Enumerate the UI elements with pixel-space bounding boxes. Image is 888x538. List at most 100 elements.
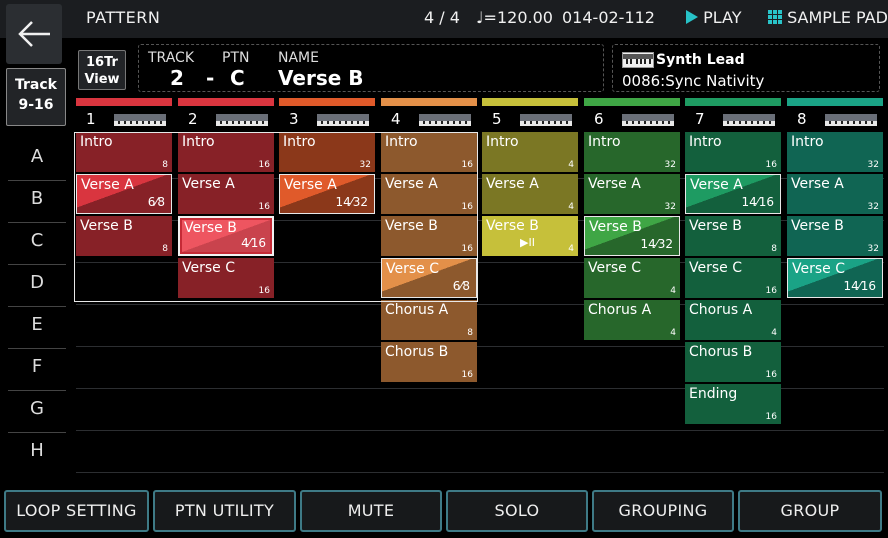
track-header-7[interactable]: 7 (685, 98, 781, 132)
pattern-length: 8 (162, 160, 168, 170)
pattern-cell[interactable]: Verse B 8 (76, 216, 172, 256)
pattern-progress: 6⁄8 (452, 279, 470, 293)
track-number: 5 (492, 110, 502, 128)
pattern-cell[interactable]: Verse A 4 (482, 174, 578, 214)
pattern-progress: 14⁄16 (741, 195, 774, 209)
pattern-cell[interactable]: Intro 16 (381, 132, 477, 172)
pattern-cell[interactable]: Verse A 32 (787, 174, 883, 214)
row-label-c[interactable]: C (8, 224, 66, 258)
instrument-thumbnail-icon (721, 110, 777, 130)
pattern-cell[interactable]: Verse B 14⁄32 (584, 216, 680, 256)
row-label-h[interactable]: H (8, 434, 66, 468)
instrument-thumbnail-icon (315, 110, 371, 130)
pattern-cell[interactable]: Verse B 32 (787, 216, 883, 256)
pattern-cell[interactable]: Verse A 16 (381, 174, 477, 214)
pattern-name-value[interactable]: Verse B (278, 66, 364, 90)
track-header-5[interactable]: 5 (482, 98, 578, 132)
pattern-name: Intro (486, 134, 519, 150)
track-header-6[interactable]: 6 (584, 98, 680, 132)
16tr-view-button[interactable]: 16Tr View (78, 50, 126, 90)
pattern-length: 8 (771, 244, 777, 254)
group-button[interactable]: GROUP (738, 490, 882, 532)
pattern-length: 32 (867, 202, 879, 212)
track-ptn-dash: - (206, 66, 215, 90)
pattern-cell[interactable]: Verse A 14⁄16 (685, 174, 781, 214)
pattern-cell[interactable]: Verse A 32 (584, 174, 680, 214)
pattern-cell[interactable]: Verse C 14⁄16 (787, 258, 883, 298)
pattern-length: 16 (461, 244, 473, 254)
pattern-cell[interactable]: Verse A 16 (178, 174, 274, 214)
pattern-length: 32 (867, 160, 879, 170)
pattern-cell[interactable]: Verse B 4 ▶II (482, 216, 578, 256)
grid-line (76, 472, 884, 473)
row-divider (8, 390, 66, 391)
track-header-8[interactable]: 8 (787, 98, 883, 132)
sample-pad-button[interactable]: SAMPLE PAD (768, 8, 888, 27)
pattern-cell[interactable]: Verse C 6⁄8 (381, 258, 477, 298)
pattern-cell[interactable]: Intro 32 (787, 132, 883, 172)
solo-button[interactable]: SOLO (446, 490, 588, 532)
pattern-cell[interactable]: Ending 16 (685, 384, 781, 424)
pattern-cell[interactable]: Verse A 6⁄8 (76, 174, 172, 214)
track-header-1[interactable]: 1 (76, 98, 172, 132)
ptn-utility-button[interactable]: PTN UTILITY (153, 490, 296, 532)
track-color-bar (685, 98, 781, 106)
arrow-left-icon (18, 21, 50, 47)
pattern-name: Verse A (81, 177, 134, 193)
track-range-button[interactable]: Track 9-16 (6, 68, 66, 126)
mute-button[interactable]: MUTE (300, 490, 442, 532)
track-color-bar (76, 98, 172, 106)
pattern-length: 16 (258, 160, 270, 170)
pattern-cell[interactable]: Verse B 16 (381, 216, 477, 256)
pattern-length: 4 (670, 328, 676, 338)
pattern-name: Verse B (184, 220, 237, 236)
pattern-name: Chorus A (689, 302, 753, 318)
track-color-bar (584, 98, 680, 106)
pattern-cell[interactable]: Intro 16 (685, 132, 781, 172)
track-header-3[interactable]: 3 (279, 98, 375, 132)
row-label-f[interactable]: F (8, 350, 66, 384)
pattern-cell[interactable]: Intro 4 (482, 132, 578, 172)
grouping-button[interactable]: GROUPING (592, 490, 734, 532)
pattern-cell[interactable]: Verse C 4 (584, 258, 680, 298)
pattern-name: Verse A (385, 176, 438, 192)
instrument-thumbnail-icon (417, 110, 473, 130)
pattern-cell[interactable]: Verse C 16 (685, 258, 781, 298)
track-header-2[interactable]: 2 (178, 98, 274, 132)
pattern-name: Verse B (486, 218, 539, 234)
pattern-cell[interactable]: Chorus A 8 (381, 300, 477, 340)
pattern-cell[interactable]: Verse B 4⁄16 (178, 216, 274, 256)
pattern-name: Verse C (689, 260, 742, 276)
pattern-length: 8 (467, 328, 473, 338)
row-divider (8, 264, 66, 265)
row-label-d[interactable]: D (8, 266, 66, 300)
pattern-cell[interactable]: Intro 32 (279, 132, 375, 172)
track-number: 1 (86, 110, 96, 128)
track-number: 8 (797, 110, 807, 128)
row-divider (8, 222, 66, 223)
pattern-cell[interactable]: Intro 16 (178, 132, 274, 172)
back-button[interactable] (6, 4, 62, 64)
track-color-bar (279, 98, 375, 106)
pattern-name: Ending (689, 386, 738, 402)
ptn-value: C (230, 66, 245, 90)
instrument-thumbnail-icon (620, 110, 676, 130)
pattern-length: 16 (461, 370, 473, 380)
pattern-cell[interactable]: Verse C 16 (178, 258, 274, 298)
track-header-4[interactable]: 4 (381, 98, 477, 132)
pattern-cell[interactable]: Chorus B 16 (685, 342, 781, 382)
pattern-cell[interactable]: Chorus A 4 (685, 300, 781, 340)
row-label-b[interactable]: B (8, 182, 66, 216)
pattern-name: Verse C (588, 260, 641, 276)
loop-setting-button[interactable]: LOOP SETTING (4, 490, 149, 532)
row-label-a[interactable]: A (8, 140, 66, 174)
row-label-g[interactable]: G (8, 392, 66, 426)
pattern-cell[interactable]: Chorus B 16 (381, 342, 477, 382)
row-divider (8, 432, 66, 433)
pattern-cell[interactable]: Verse B 8 (685, 216, 781, 256)
pattern-cell[interactable]: Verse A 14⁄32 (279, 174, 375, 214)
pattern-cell[interactable]: Intro 8 (76, 132, 172, 172)
pattern-cell[interactable]: Intro 32 (584, 132, 680, 172)
pattern-cell[interactable]: Chorus A 4 (584, 300, 680, 340)
row-label-e[interactable]: E (8, 308, 66, 342)
